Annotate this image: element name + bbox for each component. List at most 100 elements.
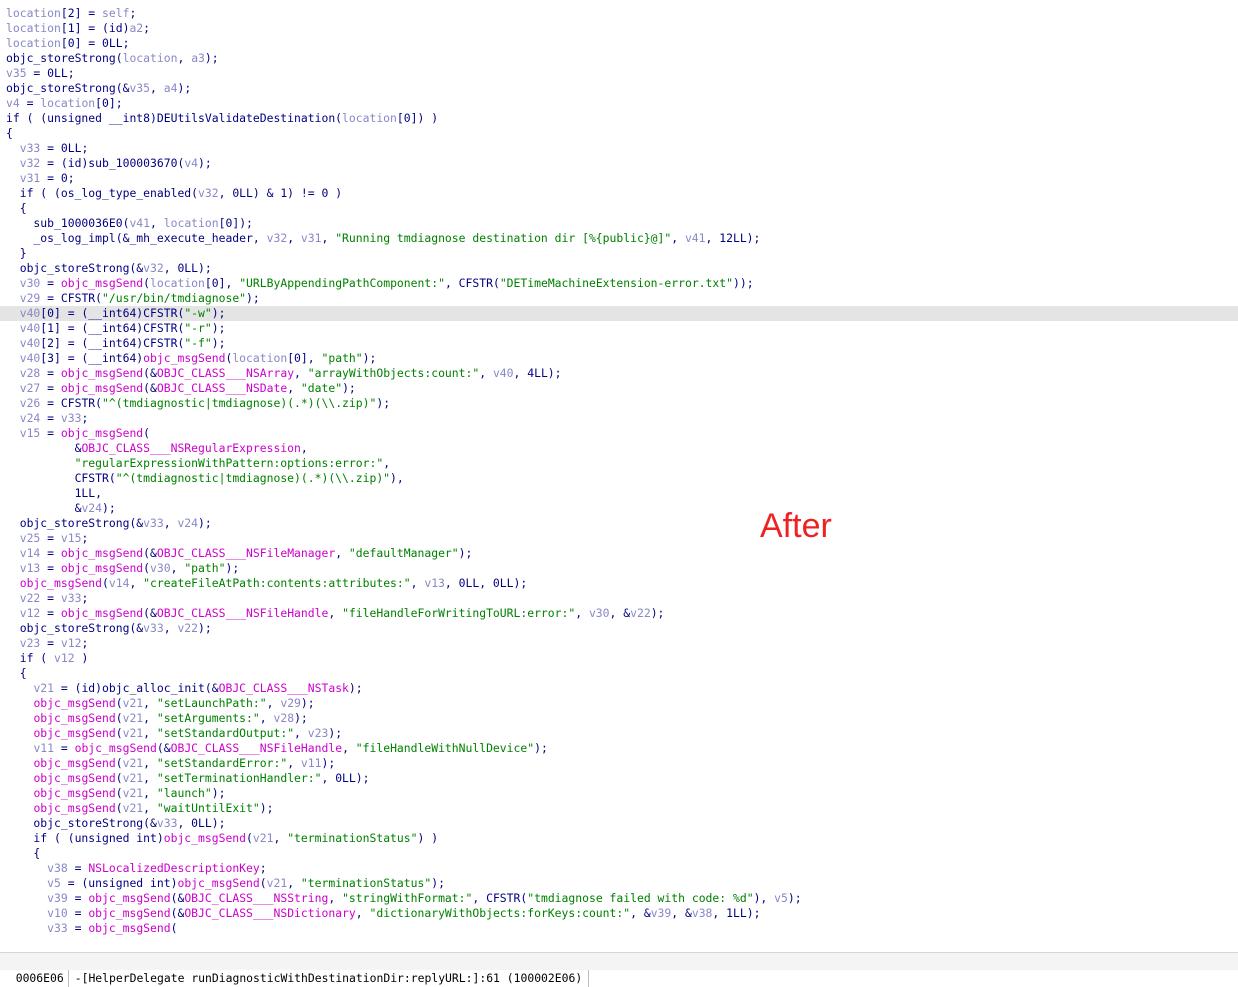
code-text: , CFSTR( xyxy=(444,276,500,290)
code-string: "setStandardOutput:" xyxy=(156,726,295,740)
code-line[interactable]: v28 = objc_msgSend(&OBJC_CLASS___NSArray… xyxy=(6,366,1238,381)
code-line[interactable]: objc_storeStrong(&v32, 0LL); xyxy=(6,261,1238,276)
code-text: & xyxy=(6,441,82,455)
code-variable: v13 xyxy=(19,561,41,575)
code-line[interactable]: objc_storeStrong(&v35, a4); xyxy=(6,81,1238,96)
code-text: , xyxy=(328,891,343,905)
code-line[interactable]: v29 = CFSTR("/usr/bin/tmdiagnose"); xyxy=(6,291,1238,306)
code-text: = xyxy=(67,861,89,875)
code-line[interactable]: &OBJC_CLASS___NSRegularExpression, xyxy=(6,441,1238,456)
code-line[interactable]: CFSTR("^(tmdiagnostic|tmdiagnose)(.*)(\\… xyxy=(6,471,1238,486)
code-line[interactable]: objc_msgSend(v21, "setStandardOutput:", … xyxy=(6,726,1238,741)
code-line[interactable]: v15 = objc_msgSend( xyxy=(6,426,1238,441)
code-line[interactable]: v21 = (id)objc_alloc_init(&OBJC_CLASS___… xyxy=(6,681,1238,696)
code-text: ( xyxy=(143,276,151,290)
code-symbol: objc_msgSend xyxy=(33,696,116,710)
code-symbol: objc_msgSend xyxy=(177,876,260,890)
code-symbol: objc_msgSend xyxy=(19,576,103,590)
code-line[interactable]: objc_msgSend(v21, "setArguments:", v28); xyxy=(6,711,1238,726)
code-line[interactable]: v27 = objc_msgSend(&OBJC_CLASS___NSDate,… xyxy=(6,381,1238,396)
code-text: = 0; xyxy=(40,171,75,185)
code-line[interactable]: v10 = objc_msgSend(&OBJC_CLASS___NSDicti… xyxy=(6,906,1238,921)
code-text: = xyxy=(40,591,61,605)
code-line[interactable]: v23 = v12; xyxy=(6,636,1238,651)
code-symbol: objc_msgSend xyxy=(74,741,157,755)
code-string: "launch" xyxy=(156,786,212,800)
code-variable: self xyxy=(102,6,130,20)
code-line[interactable]: v40[1] = (__int64)CFSTR("-r"); xyxy=(6,321,1238,336)
code-line[interactable]: v35 = 0LL; xyxy=(6,66,1238,81)
code-string: "^(tmdiagnostic|tmdiagnose)(.*)(\\.zip)" xyxy=(115,471,391,485)
code-text: , xyxy=(150,81,164,95)
code-variable: v24 xyxy=(81,501,103,515)
code-variable: v21 xyxy=(122,756,144,770)
pseudocode-view[interactable]: location[2] = self; location[1] = (id)a2;… xyxy=(0,6,1238,936)
code-line[interactable]: if ( (unsigned __int8)DEUtilsValidateDes… xyxy=(6,111,1238,126)
code-line[interactable]: objc_msgSend(v21, "setStandardError:", v… xyxy=(6,756,1238,771)
code-line[interactable]: v14 = objc_msgSend(&OBJC_CLASS___NSFileM… xyxy=(6,546,1238,561)
code-line[interactable]: objc_storeStrong(&v33, v24); xyxy=(6,516,1238,531)
code-string: "setTerminationHandler:" xyxy=(156,771,322,785)
code-line[interactable]: v5 = (unsigned int)objc_msgSend(v21, "te… xyxy=(6,876,1238,891)
code-line[interactable]: &v24); xyxy=(6,501,1238,516)
code-line[interactable]: v40[0] = (__int64)CFSTR("-w"); xyxy=(0,306,1238,321)
code-text: , 0LL); xyxy=(163,261,212,275)
code-line[interactable]: objc_storeStrong(&v33, v22); xyxy=(6,621,1238,636)
code-line[interactable]: sub_1000036E0(v41, location[0]); xyxy=(6,216,1238,231)
code-symbol: OBJC_CLASS___NSArray xyxy=(156,366,295,380)
code-line[interactable]: v40[3] = (__int64)objc_msgSend(location[… xyxy=(6,351,1238,366)
code-variable: v40 xyxy=(492,366,514,380)
code-line[interactable]: v13 = objc_msgSend(v30, "path"); xyxy=(6,561,1238,576)
code-line[interactable]: v25 = v15; xyxy=(6,531,1238,546)
code-line[interactable]: v11 = objc_msgSend(&OBJC_CLASS___NSFileH… xyxy=(6,741,1238,756)
code-line[interactable]: v39 = objc_msgSend(&OBJC_CLASS___NSStrin… xyxy=(6,891,1238,906)
code-text: = CFSTR( xyxy=(40,291,103,305)
code-line[interactable]: objc_msgSend(v21, "setTerminationHandler… xyxy=(6,771,1238,786)
code-line[interactable]: { xyxy=(6,126,1238,141)
code-line[interactable]: objc_msgSend(v21, "launch"); xyxy=(6,786,1238,801)
code-line[interactable]: v4 = location[0]; xyxy=(6,96,1238,111)
code-string: "/usr/bin/tmdiagnose" xyxy=(102,291,247,305)
code-line[interactable]: objc_storeStrong(location, a3); xyxy=(6,51,1238,66)
code-variable: v21 xyxy=(33,681,55,695)
code-line[interactable]: v33 = 0LL; xyxy=(6,141,1238,156)
code-line[interactable]: location[0] = 0LL; xyxy=(6,36,1238,51)
code-line[interactable]: v30 = objc_msgSend(location[0], "URLByAp… xyxy=(6,276,1238,291)
code-line[interactable]: { xyxy=(6,201,1238,216)
code-variable: v11 xyxy=(300,756,322,770)
code-line[interactable]: } xyxy=(6,246,1238,261)
code-text: ); xyxy=(376,396,391,410)
code-line[interactable]: v12 = objc_msgSend(&OBJC_CLASS___NSFileH… xyxy=(6,606,1238,621)
code-line[interactable]: location[1] = (id)a2; xyxy=(6,21,1238,36)
code-line[interactable]: 1LL, xyxy=(6,486,1238,501)
code-line[interactable]: v22 = v33; xyxy=(6,591,1238,606)
code-line[interactable]: { xyxy=(6,846,1238,861)
code-line[interactable]: _os_log_impl(&_mh_execute_header, v32, v… xyxy=(6,231,1238,246)
code-text: , 0LL) & 1) != 0 ) xyxy=(218,186,343,200)
code-line[interactable]: v26 = CFSTR("^(tmdiagnostic|tmdiagnose)(… xyxy=(6,396,1238,411)
code-line[interactable]: objc_msgSend(v21, "waitUntilExit"); xyxy=(6,801,1238,816)
code-line[interactable]: v31 = 0; xyxy=(6,171,1238,186)
code-text: = xyxy=(19,96,41,110)
code-line[interactable]: v33 = objc_msgSend( xyxy=(6,921,1238,936)
code-line[interactable]: objc_storeStrong(&v33, 0LL); xyxy=(6,816,1238,831)
code-text: objc_storeStrong(& xyxy=(6,81,130,95)
code-line[interactable]: v24 = v33; xyxy=(6,411,1238,426)
code-line[interactable]: "regularExpressionWithPattern:options:er… xyxy=(6,456,1238,471)
code-line[interactable]: v32 = (id)sub_100003670(v4); xyxy=(6,156,1238,171)
code-line[interactable]: location[2] = self; xyxy=(6,6,1238,21)
code-line[interactable]: if ( v12 ) xyxy=(6,651,1238,666)
code-line[interactable]: objc_msgSend(v14, "createFileAtPath:cont… xyxy=(6,576,1238,591)
code-text: , 0LL); xyxy=(177,816,226,830)
code-line[interactable]: v40[2] = (__int64)CFSTR("-f"); xyxy=(6,336,1238,351)
code-line[interactable]: objc_msgSend(v21, "setLaunchPath:", v29)… xyxy=(6,696,1238,711)
code-line[interactable]: { xyxy=(6,666,1238,681)
code-string: "setStandardError:" xyxy=(156,756,288,770)
code-line[interactable]: v38 = NSLocalizedDescriptionKey; xyxy=(6,861,1238,876)
code-line[interactable]: if ( (os_log_type_enabled(v32, 0LL) & 1)… xyxy=(6,186,1238,201)
code-line[interactable]: if ( (unsigned int)objc_msgSend(v21, "te… xyxy=(6,831,1238,846)
